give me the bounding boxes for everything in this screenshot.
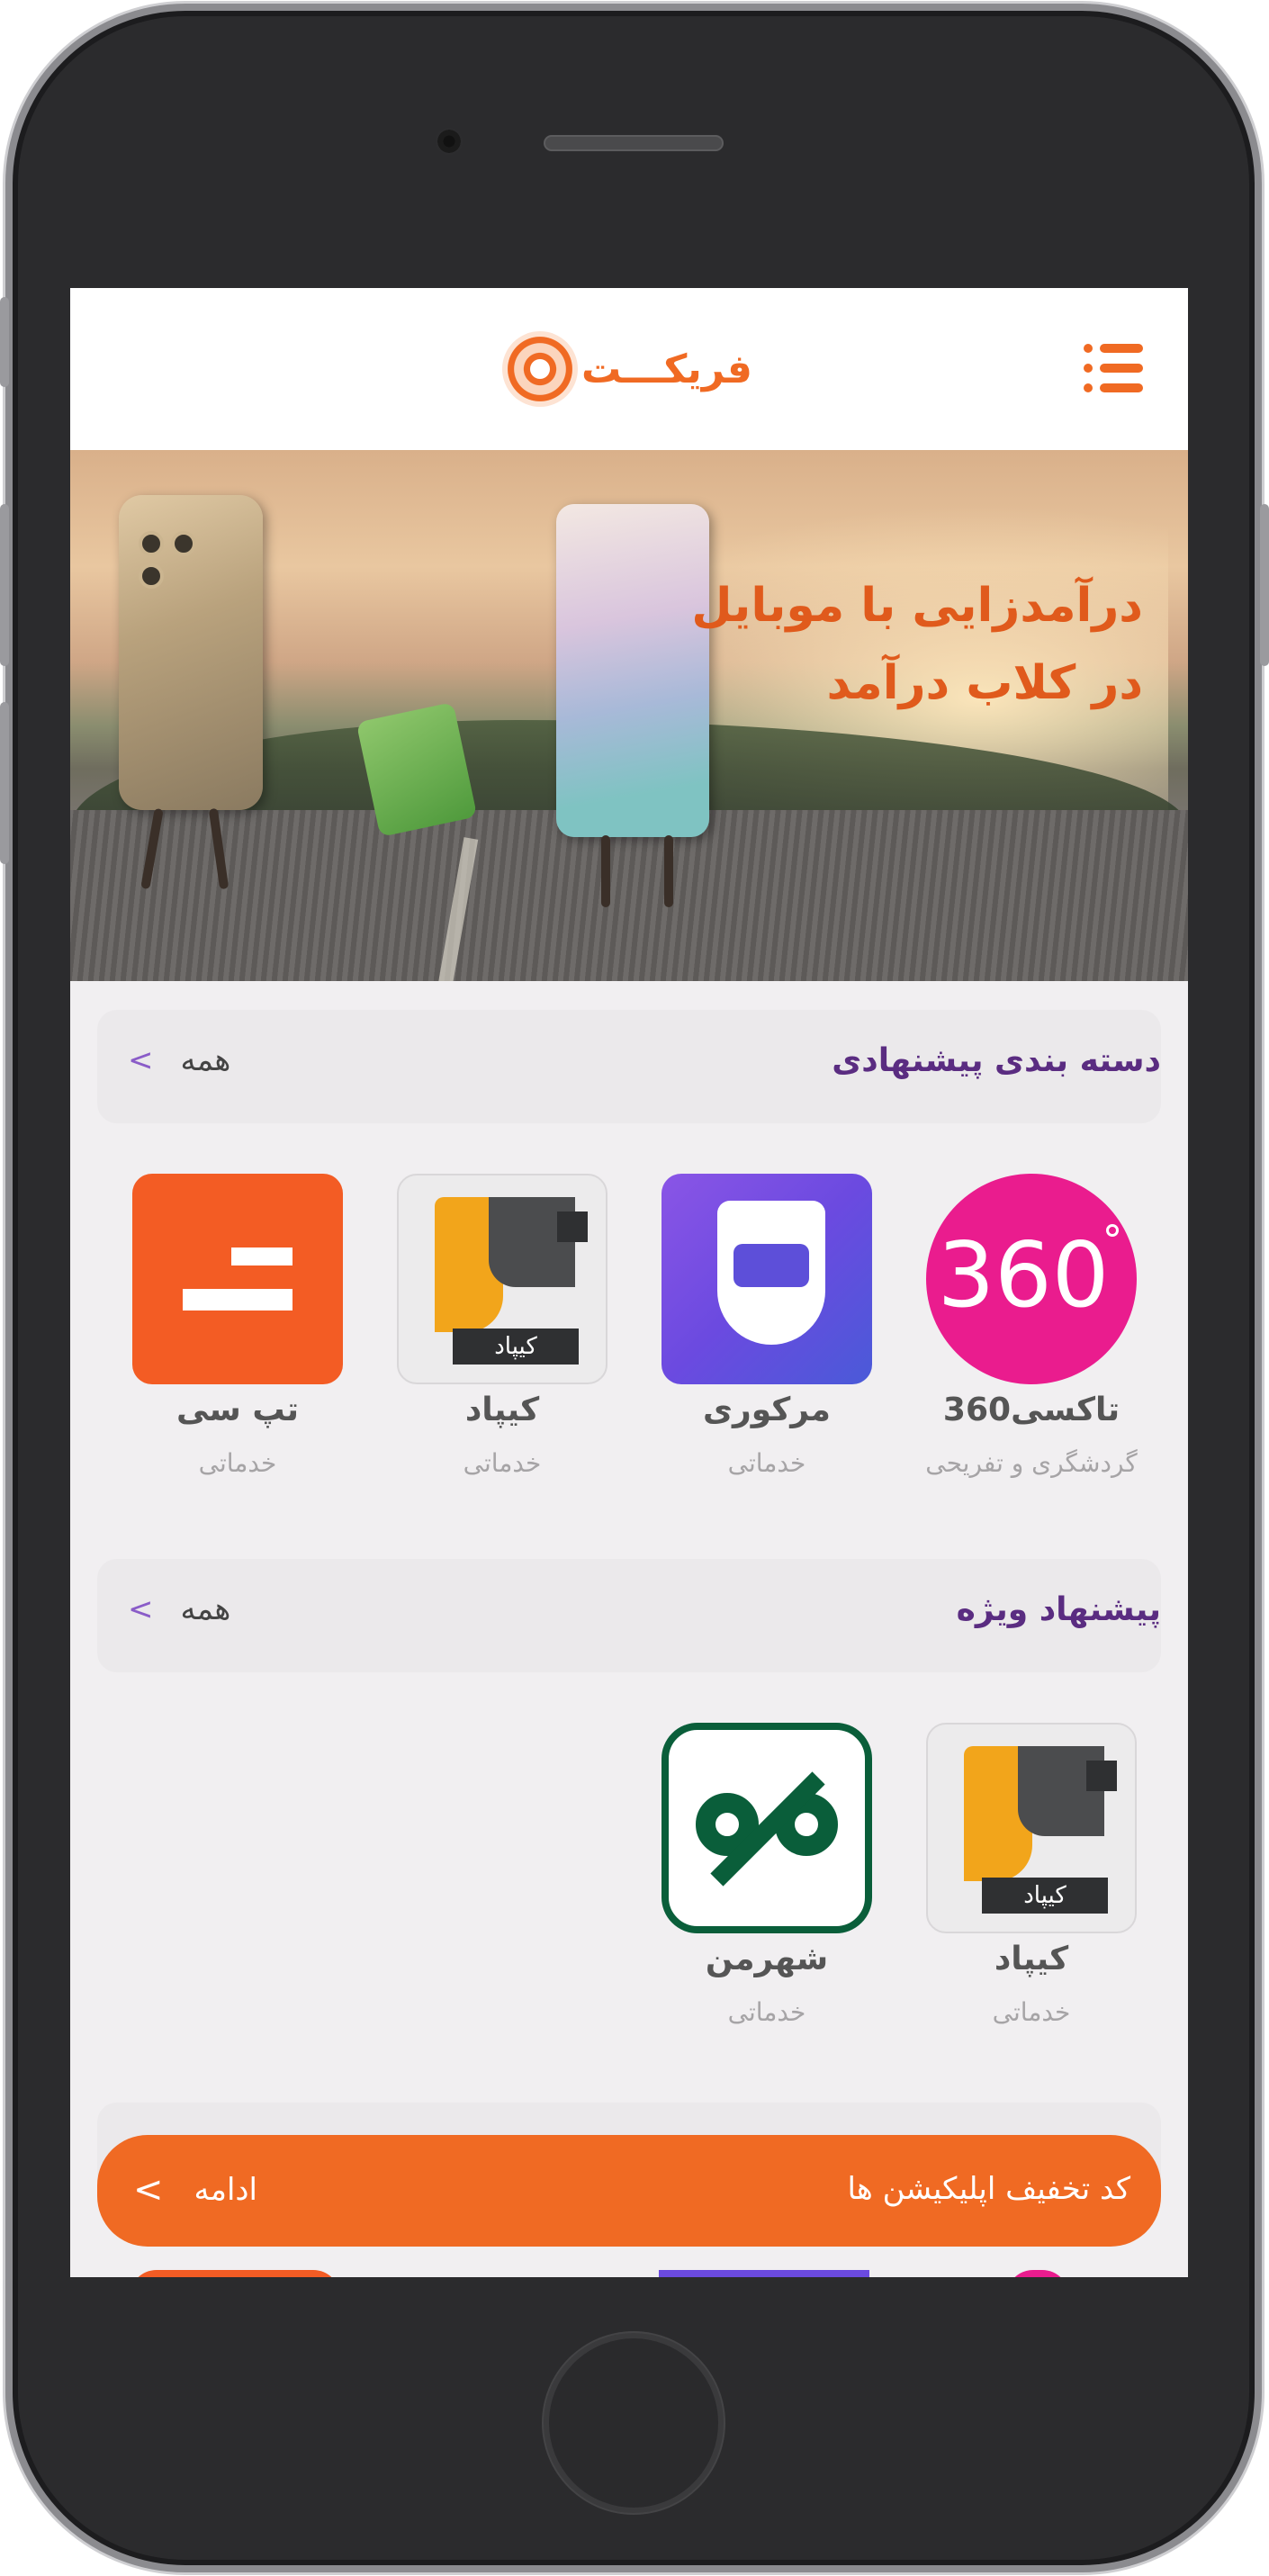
shahrman-icon (662, 1723, 872, 1933)
app-name: کیپاد (464, 1392, 540, 1428)
kipad-icon: کیپاد (926, 1723, 1137, 1933)
section-header-special: پیشنهاد ویژه < همه (97, 1559, 1161, 1672)
banner-headline: درآمدزایی با موبایل در کلاب درآمد (691, 567, 1143, 722)
see-all-link[interactable]: < همه (128, 1042, 230, 1078)
front-camera (436, 128, 463, 155)
app-card-tapsi[interactable]: تپ سی خدماتی (130, 1174, 346, 1478)
see-all-label: همه (180, 1591, 231, 1627)
app-category: خدماتی (727, 1448, 806, 1478)
chevron-left-icon: < (133, 2169, 164, 2211)
mercury-icon (662, 1174, 872, 1384)
menu-icon[interactable] (1084, 344, 1143, 392)
home-button[interactable] (544, 2333, 724, 2513)
taxi360-icon: 360 (926, 1174, 1137, 1384)
continue-label: ادامه (194, 2172, 257, 2208)
app-name: مرکوری (703, 1392, 831, 1428)
app-name: تاکسی360 (942, 1392, 1120, 1428)
see-all-link[interactable]: < همه (128, 1591, 230, 1627)
volume-up-button (0, 504, 9, 666)
app-card-taxi360[interactable]: 360 تاکسی360 گردشگری و تفریحی (923, 1174, 1139, 1478)
discount-code-banner[interactable]: کد تخفیف اپلیکیشن ها < ادامه (97, 2135, 1161, 2247)
brand-mark-icon (502, 331, 578, 407)
mute-switch (0, 297, 9, 387)
top-bar: فریکـــت (70, 288, 1188, 450)
app-icon-peek (130, 2270, 340, 2277)
app-category: خدماتی (727, 1997, 806, 2027)
section-title: دسته بندی پیشنهادی (832, 1042, 1161, 1079)
chevron-left-icon: < (128, 1042, 154, 1078)
app-category: خدماتی (992, 1997, 1071, 2027)
brand-logo[interactable]: فریکـــت (502, 329, 752, 410)
app-card-kipad[interactable]: کیپاد کیپاد خدماتی (394, 1174, 610, 1478)
power-button (1260, 504, 1269, 666)
app-name: تپ سی (176, 1392, 299, 1428)
promo-banner[interactable]: درآمدزایی با موبایل در کلاب درآمد (70, 450, 1188, 981)
app-category: خدماتی (198, 1448, 277, 1478)
banner-line-1: درآمدزایی با موبایل (691, 579, 1143, 633)
app-screen: فریکـــت درآمدزایی با موبایل در کلاب درآ… (70, 288, 1188, 2277)
kipad-icon: کیپاد (397, 1174, 608, 1384)
app-icon-peek (1006, 2270, 1069, 2277)
app-name: کیپاد (994, 1941, 1069, 1977)
banner-phone-illustration (119, 495, 263, 810)
continue-button[interactable]: < ادامه (133, 2169, 257, 2211)
app-icon-peek (659, 2270, 869, 2277)
app-card-shahrman[interactable]: شهرمن خدماتی (659, 1723, 875, 2027)
earpiece-speaker (544, 135, 724, 151)
see-all-label: همه (180, 1042, 231, 1078)
app-card-kipad[interactable]: کیپاد کیپاد خدماتی (923, 1723, 1139, 2027)
tapsi-icon (132, 1174, 343, 1384)
banner-line-2: در کلاب درآمد (826, 656, 1143, 710)
chevron-left-icon: < (128, 1591, 154, 1627)
volume-down-button (0, 702, 9, 864)
section-title: پیشنهاد ویژه (956, 1591, 1161, 1628)
section-header-suggested: دسته بندی پیشنهادی < همه (97, 1010, 1161, 1123)
cta-title: کد تخفیف اپلیکیشن ها (847, 2171, 1130, 2207)
app-card-mercury[interactable]: مرکوری خدماتی (659, 1174, 875, 1478)
app-category: گردشگری و تفریحی (925, 1448, 1138, 1478)
app-category: خدماتی (463, 1448, 542, 1478)
app-name: شهرمن (705, 1941, 829, 1977)
brand-name: فریکـــت (581, 346, 752, 392)
banner-phone-illustration-2 (556, 504, 709, 837)
